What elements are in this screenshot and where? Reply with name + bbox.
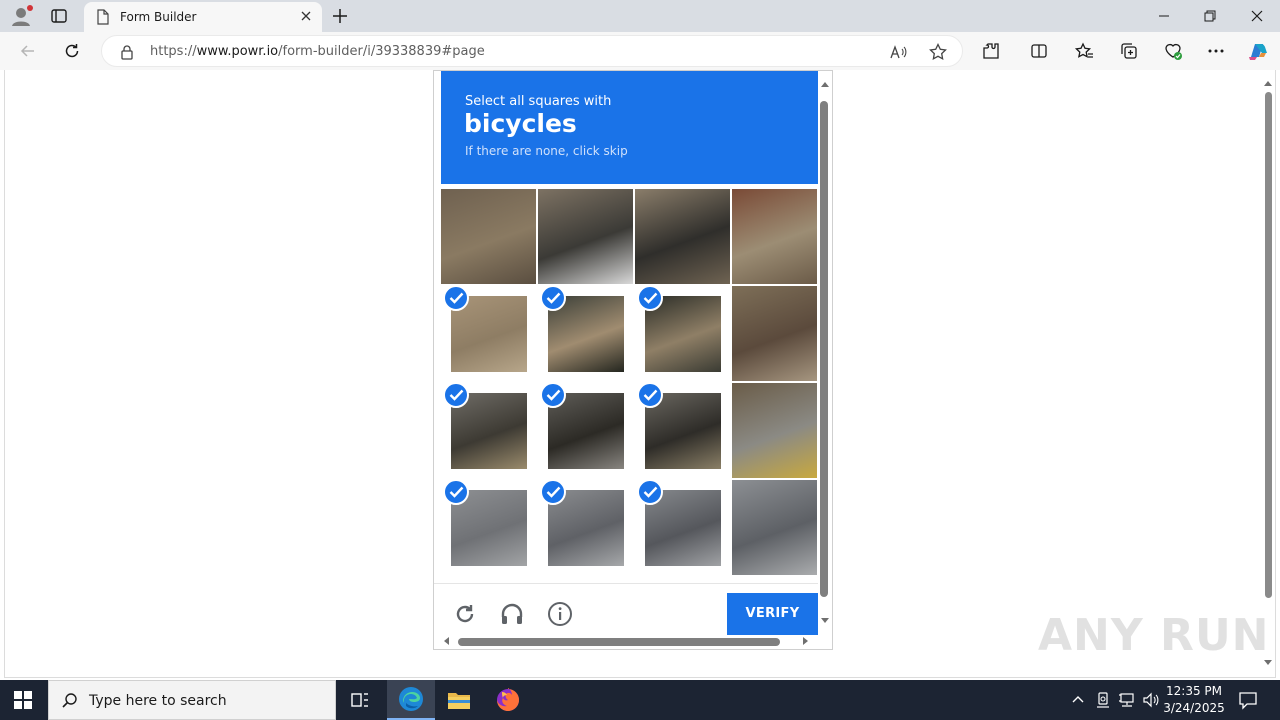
captcha-header: Select all squares with bicycles If ther… [441,71,818,184]
split-screen-icon[interactable] [1029,41,1049,61]
captcha-tile[interactable] [538,189,633,284]
browser-essentials-icon[interactable] [1163,41,1183,61]
tile-photo [538,189,633,284]
captcha-tile[interactable] [732,480,817,575]
anyrun-watermark: ANY RUN [1038,610,1270,661]
close-tab-icon[interactable] [298,8,314,24]
checkmark-icon [443,286,469,311]
edge-taskbar-icon[interactable] [387,680,435,720]
title-bar: Form Builder [0,0,1280,32]
new-tab-icon[interactable] [330,6,350,26]
checkmark-icon [540,480,566,505]
captcha-tile[interactable] [538,383,633,478]
captcha-hint: If there are none, click skip [465,144,628,158]
taskbar-search[interactable]: Type here to search [48,680,336,720]
clock[interactable]: 12:35 PM 3/24/2025 [1160,683,1228,717]
tab-form-builder[interactable]: Form Builder [84,2,322,32]
search-icon [61,692,79,713]
info-icon[interactable] [547,601,573,627]
reload-icon[interactable] [452,601,478,627]
windows-taskbar: Type here to search 12:35 PM 3/24/2025 [0,680,1280,720]
extensions-icon[interactable] [981,41,1001,61]
url-text[interactable]: https://www.powr.io/form-builder/i/39338… [150,44,485,59]
captcha-tile[interactable] [538,480,633,575]
task-view-icon[interactable] [350,690,370,713]
captcha-tile[interactable] [441,383,536,478]
network-icon[interactable] [1118,692,1136,711]
clock-time: 12:35 PM [1166,684,1222,698]
tile-photo [441,189,536,284]
captcha-tile[interactable] [441,189,536,284]
captcha-tile[interactable] [635,383,730,478]
lock-icon[interactable] [120,44,134,63]
clock-date: 3/24/2025 [1163,701,1225,715]
start-icon[interactable] [14,691,32,712]
captcha-target-object: bicycles [464,109,577,138]
checkmark-icon [637,383,663,408]
file-explorer-icon[interactable] [447,689,471,714]
captcha-horizontal-scrollbar-thumb[interactable] [458,638,780,646]
browser-toolbar: https://www.powr.io/form-builder/i/39338… [0,32,1280,70]
audio-icon[interactable] [499,601,525,627]
tile-photo [732,189,817,284]
notifications-icon[interactable] [1238,690,1258,713]
refresh-icon[interactable] [62,41,82,61]
tab-title: Form Builder [120,10,197,24]
checkmark-icon [637,480,663,505]
captcha-tile[interactable] [441,286,536,381]
captcha-tile[interactable] [635,189,730,284]
favorite-star-icon[interactable] [928,42,948,62]
checkmark-icon [443,480,469,505]
checkmark-icon [540,286,566,311]
close-window-icon[interactable] [1249,8,1265,24]
captcha-tile[interactable] [732,286,817,381]
footer-divider [434,583,818,584]
captcha-tile[interactable] [732,189,817,284]
copilot-icon[interactable] [1246,39,1270,63]
page-scrollbar-thumb[interactable] [1265,92,1272,598]
device-tray-icon[interactable] [1096,692,1110,711]
captcha-tile[interactable] [635,286,730,381]
tile-photo [732,383,817,478]
checkmark-icon [637,286,663,311]
document-icon [96,9,110,28]
verify-button[interactable]: VERIFY [727,593,818,635]
minimize-icon[interactable] [1156,8,1172,24]
captcha-tile[interactable] [441,480,536,575]
firefox-icon[interactable] [496,688,520,715]
captcha-tile[interactable] [732,383,817,478]
captcha-prompt: Select all squares with [465,94,612,109]
favorites-icon[interactable] [1074,41,1094,61]
read-aloud-icon[interactable] [888,42,908,62]
captcha-vertical-scrollbar-thumb[interactable] [820,101,828,597]
tray-chevron-icon[interactable] [1071,693,1085,710]
restore-icon[interactable] [1202,8,1218,24]
captcha-tile[interactable] [635,480,730,575]
more-options-icon[interactable] [1206,41,1226,61]
captcha-challenge: Select all squares with bicycles If ther… [433,70,833,650]
checkmark-icon [540,383,566,408]
address-bar[interactable]: https://www.powr.io/form-builder/i/39338… [101,35,963,67]
checkmark-icon [443,383,469,408]
tab-actions-icon[interactable] [50,7,68,28]
captcha-tile[interactable] [538,286,633,381]
collections-icon[interactable] [1119,41,1139,61]
tile-photo [732,480,817,575]
search-placeholder: Type here to search [89,693,227,709]
volume-icon[interactable] [1142,692,1160,711]
tile-photo [635,189,730,284]
tile-photo [732,286,817,381]
back-icon[interactable] [18,41,38,61]
profile-icon[interactable] [10,5,34,30]
